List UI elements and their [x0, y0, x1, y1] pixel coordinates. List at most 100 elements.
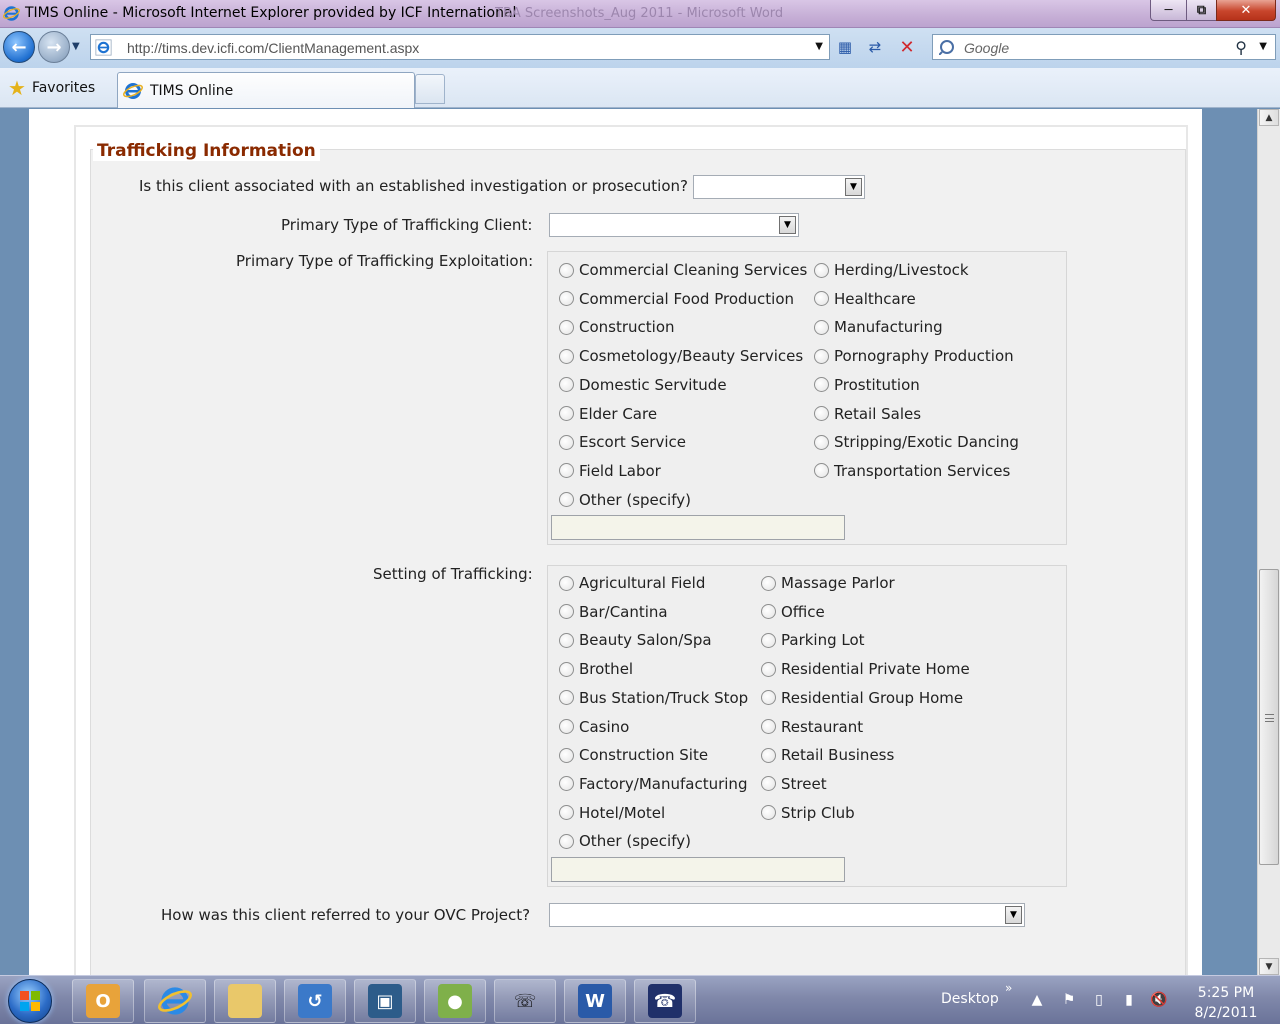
taskbar-remote-desktop[interactable]: ↺	[284, 979, 346, 1023]
radio-option[interactable]: Massage Parlor	[761, 574, 895, 592]
client-type-select[interactable]: ▼	[549, 213, 799, 237]
show-hidden-icons-icon[interactable]: ▲	[1028, 991, 1046, 1009]
radio-option[interactable]: Casino	[559, 718, 629, 736]
radio-option[interactable]: Retail Business	[761, 746, 894, 764]
search-icon[interactable]: ⚲	[1235, 38, 1247, 57]
radio-option[interactable]: Factory/Manufacturing	[559, 775, 747, 793]
radio-option[interactable]: Bus Station/Truck Stop	[559, 689, 748, 707]
taskbar-security[interactable]: ●	[424, 979, 486, 1023]
radio-option[interactable]: Street	[761, 775, 827, 793]
radio-button[interactable]	[559, 262, 574, 278]
radio-button[interactable]	[559, 463, 574, 479]
radio-button[interactable]	[761, 690, 776, 706]
start-button[interactable]	[8, 979, 52, 1023]
radio-button[interactable]	[559, 719, 574, 734]
radio-option[interactable]: Beauty Salon/Spa	[559, 631, 712, 649]
stop-button[interactable]: ✕	[896, 36, 918, 58]
radio-option[interactable]: Elder Care	[559, 405, 657, 423]
radio-option[interactable]: Residential Private Home	[761, 660, 970, 678]
recent-pages-dropdown[interactable]: ▼	[72, 41, 80, 52]
restore-button[interactable]: ⧉	[1186, 0, 1216, 21]
radio-button[interactable]	[761, 604, 776, 620]
network-signal-icon[interactable]: ▮	[1120, 991, 1138, 1009]
taskbar-explorer[interactable]	[214, 979, 276, 1023]
radio-button[interactable]	[559, 575, 574, 591]
referral-select[interactable]: ▼	[549, 903, 1025, 927]
minimize-button[interactable]: ─	[1150, 0, 1186, 21]
toolbar-expand-icon[interactable]: »	[1005, 981, 1012, 995]
radio-option[interactable]: Cosmetology/Beauty Services	[559, 347, 803, 365]
radio-option[interactable]: Hotel/Motel	[559, 804, 665, 822]
radio-button[interactable]	[761, 575, 776, 591]
radio-option[interactable]: Field Labor	[559, 462, 661, 480]
compatibility-view-button[interactable]: ▦	[834, 36, 856, 58]
radio-button[interactable]	[814, 348, 829, 364]
radio-button[interactable]	[559, 291, 574, 307]
radio-button[interactable]	[559, 492, 574, 508]
radio-button[interactable]	[559, 776, 574, 792]
radio-option[interactable]: Stripping/Exotic Dancing	[814, 433, 1019, 451]
radio-option[interactable]: Healthcare	[814, 290, 916, 308]
radio-option[interactable]: Commercial Cleaning Services	[559, 261, 807, 279]
radio-option[interactable]: Manufacturing	[814, 318, 943, 336]
radio-button[interactable]	[814, 291, 829, 307]
radio-option[interactable]: Parking Lot	[761, 631, 865, 649]
radio-button[interactable]	[761, 805, 776, 821]
radio-option[interactable]: Retail Sales	[814, 405, 921, 423]
radio-option[interactable]: Construction	[559, 318, 675, 336]
radio-option[interactable]: Pornography Production	[814, 347, 1014, 365]
taskbar-word[interactable]: W	[564, 979, 626, 1023]
radio-option[interactable]: Domestic Servitude	[559, 376, 727, 394]
radio-option[interactable]: Residential Group Home	[761, 689, 963, 707]
radio-button[interactable]	[814, 319, 829, 335]
radio-button[interactable]	[559, 833, 574, 849]
radio-button[interactable]	[559, 348, 574, 364]
radio-option[interactable]: Strip Club	[761, 804, 855, 822]
radio-button[interactable]	[761, 747, 776, 763]
search-options-dropdown-icon[interactable]: ▼	[1259, 41, 1267, 52]
radio-button[interactable]	[559, 747, 574, 763]
investigation-select[interactable]: ▼	[693, 175, 865, 199]
forward-button[interactable]: →	[38, 31, 70, 63]
tab-tims-online[interactable]: TIMS Online	[117, 72, 415, 108]
new-tab-button[interactable]	[415, 74, 445, 104]
radio-button[interactable]	[814, 463, 829, 479]
radio-button[interactable]	[559, 434, 574, 450]
taskbar-phone-dialer[interactable]: ☎	[634, 979, 696, 1023]
radio-option[interactable]: Prostitution	[814, 376, 920, 394]
url-dropdown-icon[interactable]: ▼	[815, 41, 823, 52]
volume-muted-icon[interactable]: 🔇	[1150, 991, 1168, 1009]
radio-button[interactable]	[559, 377, 574, 393]
radio-option[interactable]: Restaurant	[761, 718, 863, 736]
radio-option[interactable]: Brothel	[559, 660, 633, 678]
radio-button[interactable]	[761, 632, 776, 648]
radio-option[interactable]: Commercial Food Production	[559, 290, 794, 308]
search-input[interactable]: Google ⚲ ▼	[932, 34, 1276, 60]
close-button[interactable]: ✕	[1216, 0, 1276, 21]
radio-button[interactable]	[814, 434, 829, 450]
scroll-thumb[interactable]	[1259, 569, 1279, 865]
taskbar-outlook[interactable]: O	[72, 979, 134, 1023]
taskbar-phone[interactable]: ☏	[494, 979, 556, 1023]
radio-option[interactable]: Transportation Services	[814, 462, 1010, 480]
radio-option[interactable]: Escort Service	[559, 433, 686, 451]
radio-button[interactable]	[559, 805, 574, 821]
radio-button[interactable]	[814, 262, 829, 278]
radio-button[interactable]	[559, 632, 574, 648]
radio-button[interactable]	[559, 690, 574, 706]
favorites-button[interactable]: ★ Favorites	[8, 77, 95, 99]
radio-button[interactable]	[761, 719, 776, 734]
address-field[interactable]: http://tims.dev.icfi.com/ClientManagemen…	[90, 34, 830, 60]
radio-button[interactable]	[559, 406, 574, 421]
scroll-up-icon[interactable]: ▲	[1259, 109, 1279, 126]
radio-button[interactable]	[761, 776, 776, 792]
radio-option[interactable]: Other (specify)	[559, 491, 691, 509]
radio-option[interactable]: Bar/Cantina	[559, 603, 668, 621]
system-clock[interactable]: 5:25 PM 8/2/2011	[1184, 983, 1268, 1023]
setting-other-input[interactable]	[551, 857, 845, 882]
action-center-flag-icon[interactable]: ⚑	[1060, 991, 1078, 1009]
radio-option[interactable]: Other (specify)	[559, 832, 691, 850]
radio-button[interactable]	[559, 661, 574, 677]
back-button[interactable]: ←	[3, 31, 35, 63]
radio-option[interactable]: Office	[761, 603, 825, 621]
